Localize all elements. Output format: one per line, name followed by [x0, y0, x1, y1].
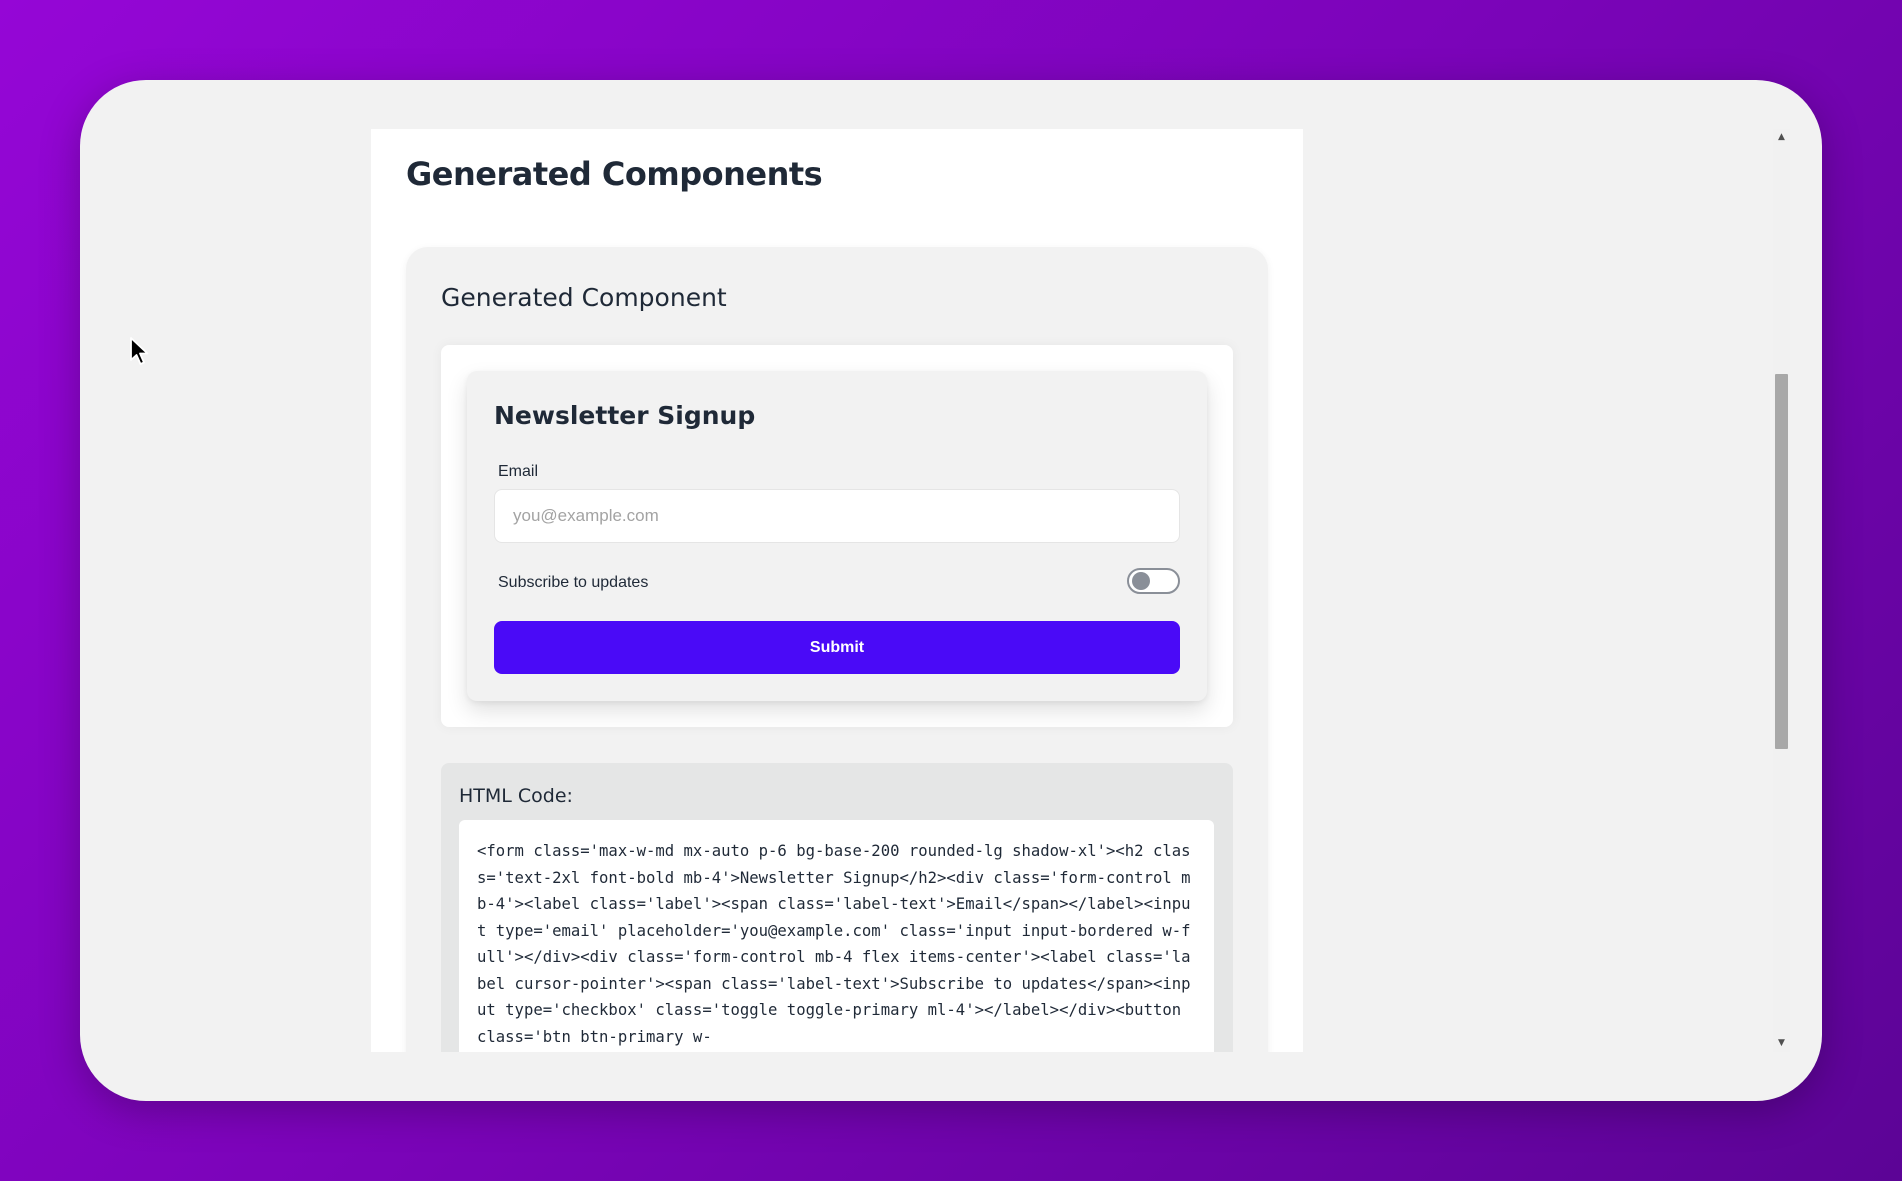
- scroll-down-arrow-icon[interactable]: ▼: [1773, 1035, 1790, 1052]
- component-preview: Newsletter Signup Email Subscribe to upd…: [441, 345, 1233, 727]
- browser-window: Generated Components Generated Component…: [80, 80, 1822, 1101]
- component-title: Generated Component: [441, 283, 727, 312]
- email-input[interactable]: [494, 489, 1180, 543]
- form-title: Newsletter Signup: [494, 401, 756, 430]
- page-content: Generated Components Generated Component…: [371, 129, 1303, 1052]
- html-code-section: HTML Code: <form class='max-w-md mx-auto…: [441, 763, 1233, 1052]
- subscribe-toggle[interactable]: [1127, 568, 1180, 594]
- scroll-up-arrow-icon[interactable]: ▲: [1773, 129, 1790, 146]
- submit-button[interactable]: Submit: [494, 621, 1180, 674]
- toggle-knob: [1132, 572, 1150, 590]
- mouse-pointer-icon: [129, 336, 153, 368]
- code-heading: HTML Code:: [459, 785, 573, 807]
- email-label: Email: [498, 463, 539, 480]
- scrollbar-thumb[interactable]: [1775, 374, 1788, 749]
- generated-component-card: Generated Component Newsletter Signup Em…: [406, 247, 1268, 1052]
- page-viewport: Generated Components Generated Component…: [80, 129, 1773, 1052]
- newsletter-form: Newsletter Signup Email Subscribe to upd…: [467, 371, 1207, 701]
- page-title: Generated Components: [406, 155, 823, 193]
- subscribe-label: Subscribe to updates: [498, 574, 649, 591]
- vertical-scrollbar[interactable]: ▲ ▼: [1773, 129, 1790, 1052]
- html-code-block[interactable]: <form class='max-w-md mx-auto p-6 bg-bas…: [459, 820, 1214, 1052]
